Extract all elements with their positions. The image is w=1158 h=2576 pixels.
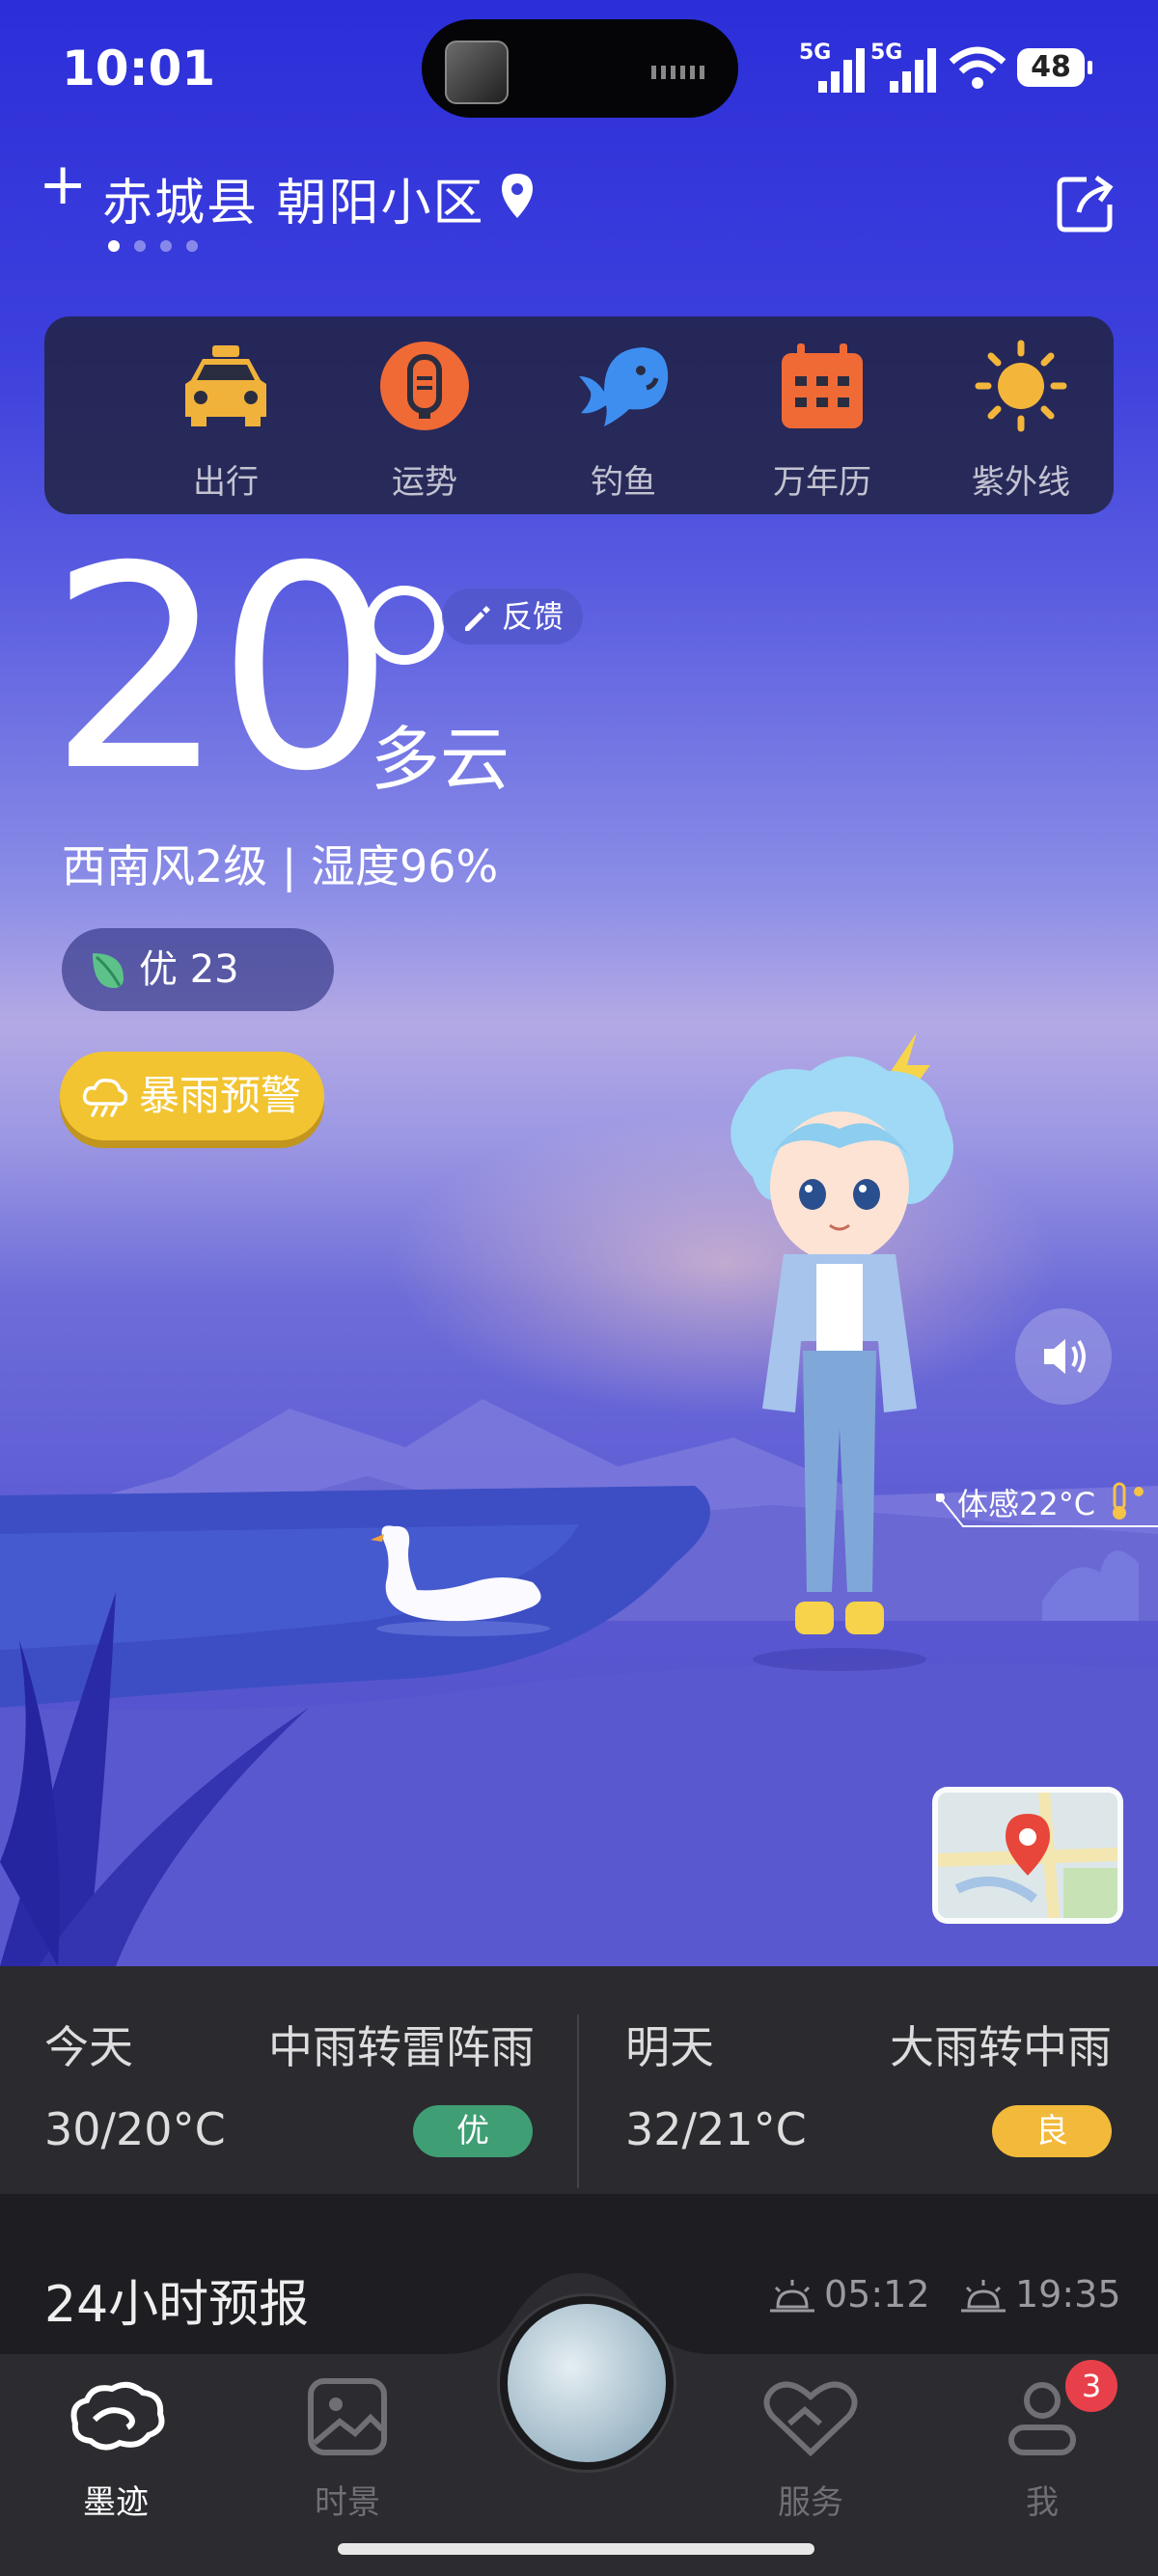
forecast-weather: 中雨转雷阵雨 bbox=[268, 2021, 535, 2073]
image-icon bbox=[308, 2378, 387, 2455]
hourly-title: 24小时预报 bbox=[44, 2276, 310, 2334]
rain-cloud-icon bbox=[82, 1078, 127, 1117]
two-day-forecast: 今天 中雨转雷阵雨 30/20°C 优 明天 大雨转中雨 32/21°C 良 bbox=[0, 1966, 1158, 2194]
share-icon[interactable] bbox=[1054, 172, 1117, 235]
speaker-icon bbox=[1044, 1339, 1086, 1374]
forecast-temperature-range: 30/20°C bbox=[44, 2103, 226, 2155]
weather-map-button[interactable] bbox=[932, 1787, 1123, 1924]
nav-label: 墨迹 bbox=[83, 2483, 149, 2522]
wifi-icon bbox=[949, 46, 1006, 89]
weather-alert-button[interactable]: 暴雨预警 bbox=[60, 1052, 324, 1140]
tool-fishing[interactable]: 钓鱼 bbox=[546, 338, 701, 503]
live-activity-app-icon bbox=[445, 41, 509, 104]
calendar-icon bbox=[782, 343, 863, 428]
forecast-temperature-range: 32/21°C bbox=[625, 2103, 807, 2155]
aqi-badge: 优 bbox=[413, 2105, 533, 2157]
tool-label: 万年历 bbox=[773, 463, 871, 502]
sunrise-time: 05:12 bbox=[768, 2273, 930, 2316]
page-dot bbox=[160, 240, 172, 252]
tool-travel[interactable]: 出行 bbox=[149, 338, 303, 503]
fortune-icon bbox=[380, 342, 469, 430]
wind-humidity: 西南风2级 | 湿度96% bbox=[62, 840, 499, 892]
tool-uv[interactable]: 紫外线 bbox=[944, 338, 1098, 503]
tool-fortune[interactable]: 运势 bbox=[347, 338, 502, 503]
home-indicator[interactable] bbox=[338, 2543, 814, 2555]
map-pin-icon bbox=[938, 1793, 1117, 1918]
page-dot bbox=[108, 240, 120, 252]
signal-bars-icon bbox=[890, 48, 936, 93]
forecast-day: 今天 bbox=[44, 2021, 133, 2073]
location-pin-icon bbox=[502, 174, 533, 218]
tool-label: 出行 bbox=[193, 463, 259, 502]
battery-indicator: 48 bbox=[1017, 48, 1092, 87]
forecast-today[interactable]: 今天 中雨转雷阵雨 30/20°C 优 bbox=[0, 1966, 577, 2194]
sun-icon bbox=[975, 340, 1067, 432]
character-illustration bbox=[731, 1032, 953, 1671]
pencil-icon bbox=[465, 606, 490, 631]
feels-like-temperature: 体感22°C bbox=[957, 1486, 1096, 1522]
live-scene-button[interactable] bbox=[500, 2296, 674, 2470]
aqi-badge: 良 bbox=[992, 2105, 1112, 2157]
page-dot bbox=[186, 240, 198, 252]
city-page-indicator bbox=[108, 237, 212, 256]
page-dot bbox=[134, 240, 146, 252]
add-city-button[interactable]: + bbox=[39, 155, 87, 213]
tool-label: 运势 bbox=[392, 463, 457, 502]
nav-scenes[interactable]: 时景 bbox=[270, 2375, 425, 2523]
feedback-label: 反馈 bbox=[502, 598, 565, 635]
dynamic-island[interactable] bbox=[422, 19, 738, 118]
nav-services[interactable]: 服务 bbox=[733, 2375, 888, 2523]
feedback-button[interactable]: 反馈 bbox=[442, 589, 584, 644]
aqi-value: 优 23 bbox=[139, 947, 239, 992]
sunset-icon bbox=[961, 2279, 1006, 2312]
nav-label: 服务 bbox=[778, 2483, 843, 2522]
quick-tools-bar: 出行 运势 钓鱼 万年历 紫外线 bbox=[44, 316, 1114, 514]
fish-icon bbox=[579, 347, 669, 426]
taxi-icon bbox=[185, 345, 266, 426]
status-time: 10:01 bbox=[62, 41, 216, 96]
sunset-time: 19:35 bbox=[959, 2273, 1121, 2316]
sunrise-icon bbox=[770, 2279, 814, 2312]
voice-broadcast-button[interactable] bbox=[1015, 1308, 1112, 1405]
thermometer-icon bbox=[1113, 1482, 1144, 1520]
leaf-icon bbox=[93, 953, 124, 988]
air-quality-button[interactable]: 优 23 bbox=[62, 928, 334, 1011]
tool-label: 紫外线 bbox=[972, 463, 1070, 502]
nav-moji[interactable]: 墨迹 bbox=[39, 2375, 193, 2523]
status-bar: 10:01 5G 5G 48 bbox=[0, 0, 1158, 135]
sunrise-value: 05:12 bbox=[824, 2273, 930, 2316]
alert-label: 暴雨预警 bbox=[139, 1072, 302, 1119]
degree-symbol bbox=[365, 586, 444, 665]
heart-hand-icon bbox=[763, 2381, 858, 2457]
tool-label: 钓鱼 bbox=[591, 463, 656, 502]
moji-logo-icon bbox=[70, 2381, 165, 2451]
tool-calendar[interactable]: 万年历 bbox=[745, 338, 899, 503]
swan-illustration bbox=[371, 1525, 550, 1636]
sunset-value: 19:35 bbox=[1015, 2273, 1121, 2316]
nav-label: 时景 bbox=[315, 2483, 380, 2522]
audio-waveform-icon bbox=[651, 66, 704, 79]
forecast-day: 明天 bbox=[625, 2021, 714, 2073]
location-name[interactable]: 赤城县 朝阳小区 bbox=[102, 162, 485, 234]
forecast-tomorrow[interactable]: 明天 大雨转中雨 32/21°C 良 bbox=[579, 1966, 1158, 2194]
current-temperature: 20 bbox=[48, 507, 395, 833]
notification-badge: 3 bbox=[1065, 2360, 1117, 2412]
weather-condition: 多云 bbox=[371, 719, 510, 800]
nav-label: 我 bbox=[1026, 2483, 1059, 2522]
signal-bars-icon bbox=[818, 48, 865, 93]
forecast-weather: 大雨转中雨 bbox=[890, 2021, 1112, 2073]
